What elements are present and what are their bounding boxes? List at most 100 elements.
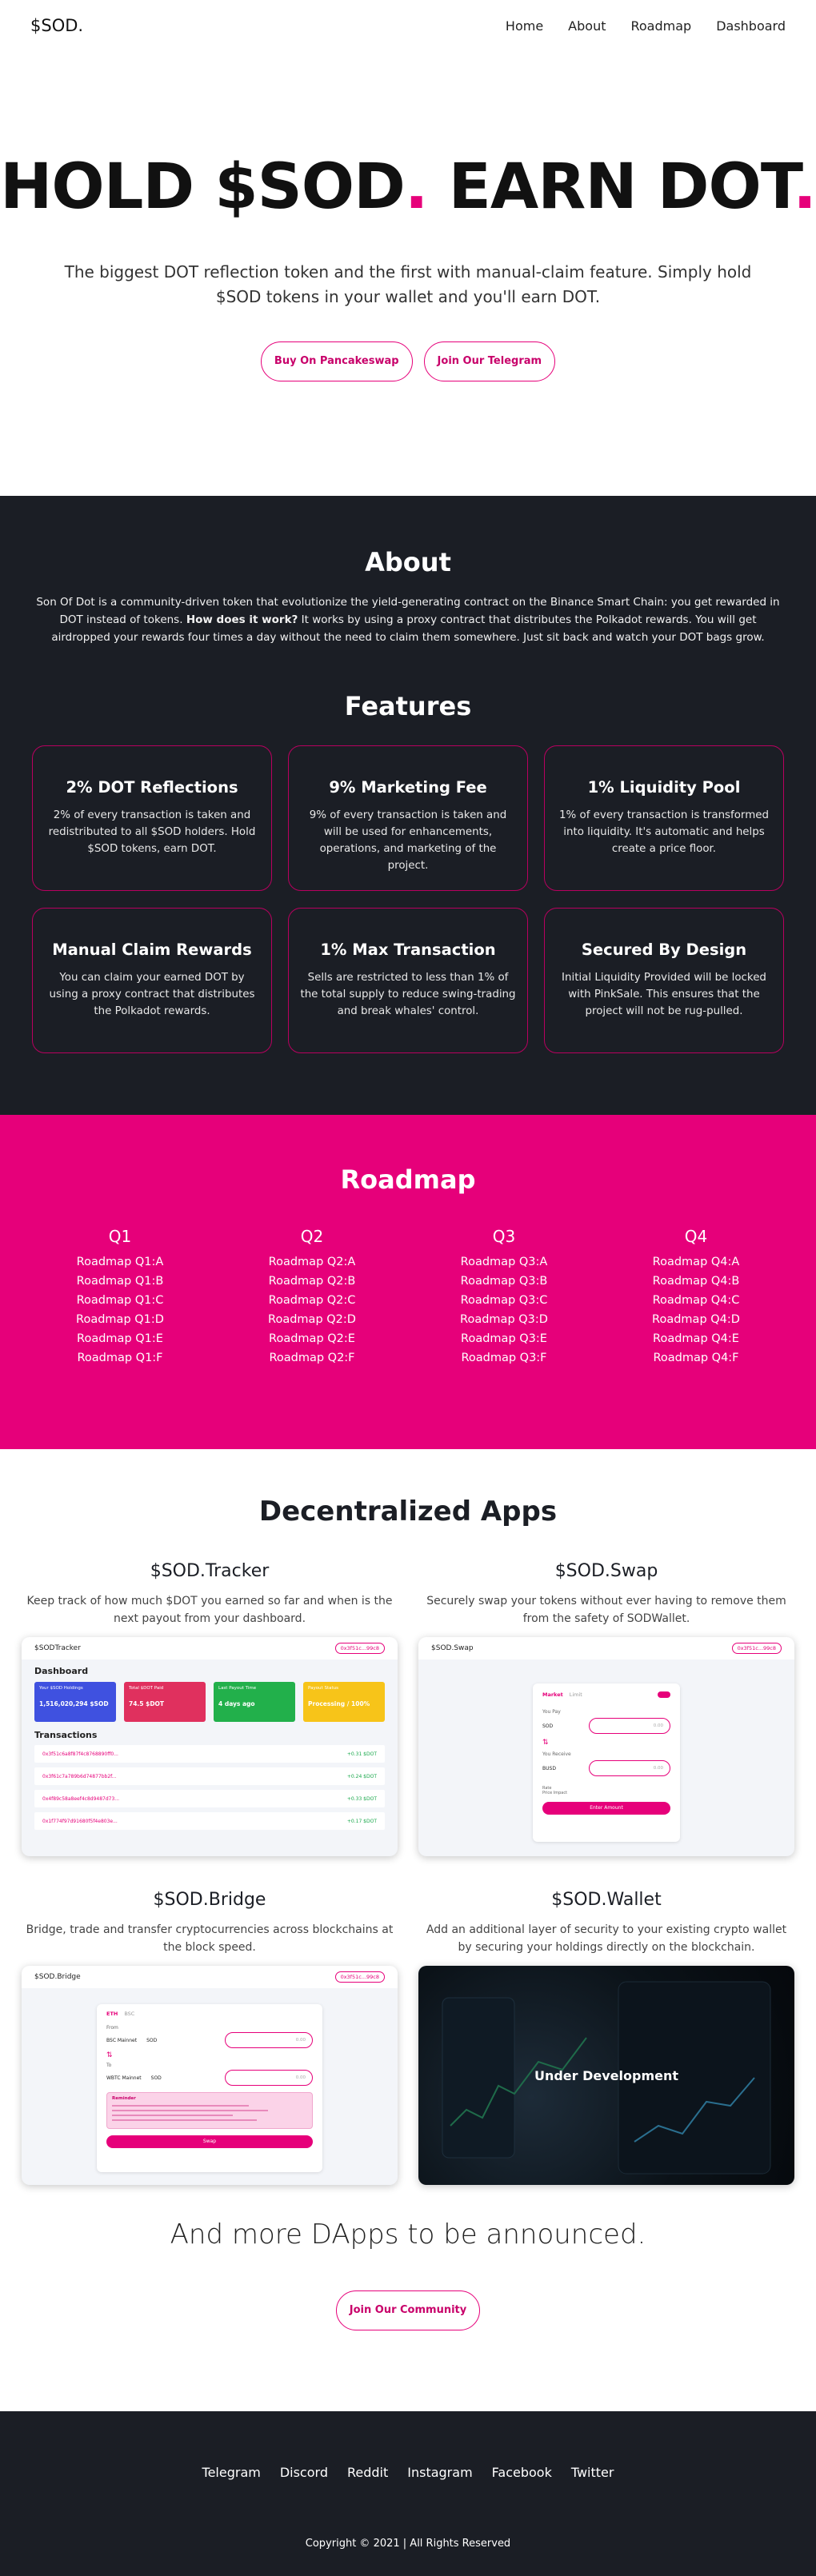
bridge-direction-icon[interactable]: ⇅ bbox=[106, 2051, 313, 2059]
roadmap-item: Roadmap Q2:D bbox=[268, 1313, 356, 1326]
transaction-amount: +0.17 $DOT bbox=[346, 1818, 377, 1824]
to-label: To bbox=[106, 2063, 112, 2068]
logo[interactable]: $SOD. bbox=[30, 16, 83, 35]
token-select-from[interactable]: SOD bbox=[146, 2038, 157, 2043]
you-receive-label: You Receive bbox=[542, 1751, 571, 1757]
footer-link-facebook[interactable]: Facebook bbox=[492, 2465, 552, 2480]
transaction-row[interactable]: 0x3f51c6a8f87f4c8768890ff0... +0.31 $DOT bbox=[34, 1745, 385, 1763]
nav-link-dashboard[interactable]: Dashboard bbox=[716, 18, 786, 34]
dapps-title: Decentralized Apps bbox=[258, 1496, 558, 1528]
transaction-hash[interactable]: 0x1f774f97d91680f5f4e803e... bbox=[42, 1819, 118, 1824]
transaction-row[interactable]: 0x1f774f97d91680f5f4e803e... +0.17 $DOT bbox=[34, 1812, 385, 1830]
transaction-amount: +0.31 $DOT bbox=[346, 1751, 377, 1757]
roadmap-section: Roadmap Q1 Roadmap Q1:A Roadmap Q1:B Roadma… bbox=[0, 1115, 816, 1449]
footer-links: Telegram Discord Reddit Instagram Facebo… bbox=[0, 2465, 816, 2480]
roadmap-item: Roadmap Q4:A bbox=[652, 1256, 740, 1268]
chain-select-from[interactable]: BSC Mainnet bbox=[106, 2038, 137, 2043]
pay-amount-input[interactable]: 0.00 bbox=[589, 1718, 670, 1734]
transaction-row[interactable]: 0x4f89c58a8eef4c8d9487d73... +0.33 $DOT bbox=[34, 1790, 385, 1807]
top-nav: $SOD. Home About Roadmap Dashboard bbox=[0, 0, 816, 51]
feature-title: 1% Liquidity Pool bbox=[587, 778, 741, 797]
transaction-hash[interactable]: 0x3f51c6a8f87f4c8768890ff0... bbox=[42, 1751, 118, 1757]
hero-subtitle: The biggest DOT reflection token and the… bbox=[64, 262, 752, 306]
roadmap-item: Roadmap Q1:B bbox=[76, 1275, 164, 1288]
footer: Telegram Discord Reddit Instagram Facebo… bbox=[0, 2411, 816, 2576]
nav-link-home[interactable]: Home bbox=[506, 18, 543, 34]
join-community-button[interactable]: Join Our Community bbox=[335, 2290, 481, 2330]
tracker-screenshot[interactable]: $SODTracker 0x3f51c...99c8 Dashboard You… bbox=[22, 1637, 398, 1856]
feature-title: 2% DOT Reflections bbox=[66, 778, 238, 797]
dashboard-heading: Dashboard bbox=[34, 1666, 89, 1676]
buy-on-pancakeswap-button[interactable]: Buy On Pancakeswap bbox=[260, 341, 413, 381]
bridge-panel: ETH BSC From BSC Mainnet SOD 0.00 ⇅ To W… bbox=[97, 2004, 322, 2172]
quarter-title: Q1 bbox=[108, 1227, 132, 1246]
dapp-description: Bridge, trade and transfer cryptocurrenc… bbox=[26, 1923, 394, 1954]
tab-bsc[interactable]: BSC bbox=[124, 2011, 134, 2017]
transaction-amount: +0.24 $DOT bbox=[346, 1773, 377, 1779]
bridge-screenshot[interactable]: $SOD.Bridge 0x3f51c...99c8 ETH BSC From … bbox=[22, 1966, 398, 2185]
app-name: $SOD.Swap bbox=[431, 1644, 474, 1652]
to-amount-input[interactable]: 0.00 bbox=[225, 2070, 313, 2086]
roadmap-item: Roadmap Q1:C bbox=[76, 1294, 164, 1307]
feature-text: You can claim your earned DOT by using a… bbox=[49, 972, 255, 1017]
from-row: BSC Mainnet SOD 0.00 bbox=[106, 2032, 313, 2048]
roadmap-item: Roadmap Q2:E bbox=[269, 1332, 355, 1345]
stat-card-label: Payout Status bbox=[308, 1686, 338, 1691]
app-bar: $SOD.Bridge 0x3f51c...99c8 bbox=[22, 1966, 398, 1988]
stat-card-value: Processing / 100% bbox=[308, 1700, 370, 1707]
feature-title: Manual Claim Rewards bbox=[52, 941, 252, 959]
from-label: From bbox=[106, 2025, 118, 2031]
wallet-screenshot[interactable]: Under Development bbox=[418, 1966, 794, 2185]
reminder-line bbox=[112, 2119, 257, 2121]
token-select-to[interactable]: SOD bbox=[151, 2075, 162, 2081]
swap-screenshot[interactable]: $SOD.Swap 0x3f51c...99c8 Market Limit Yo… bbox=[418, 1637, 794, 1856]
transaction-hash[interactable]: 0x4f89c58a8eef4c8d9487d73... bbox=[42, 1796, 119, 1802]
transaction-row[interactable]: 0x3f61c7a789b6d74877bb2f... +0.24 $DOT bbox=[34, 1767, 385, 1785]
about-text-bold: How does it work? bbox=[186, 613, 298, 626]
dapp-description: Securely swap your tokens without ever h… bbox=[426, 1595, 786, 1625]
token-select-pay[interactable]: SOD bbox=[542, 1723, 553, 1729]
roadmap-quarter: Q1 Roadmap Q1:A Roadmap Q1:B Roadmap Q1:C Ro… bbox=[24, 1227, 216, 1368]
dapp-title: $SOD.Bridge bbox=[153, 1890, 266, 1910]
reminder-line bbox=[112, 2115, 234, 2116]
quarter-title: Q2 bbox=[300, 1227, 324, 1246]
stat-card-label: Your $SOD Holdings bbox=[39, 1686, 83, 1691]
reminder-line bbox=[112, 2110, 269, 2111]
footer-link-telegram[interactable]: Telegram bbox=[202, 2465, 261, 2480]
receive-amount-input[interactable]: 0.00 bbox=[589, 1760, 670, 1776]
nav-link-roadmap[interactable]: Roadmap bbox=[630, 18, 691, 34]
tab-eth[interactable]: ETH bbox=[106, 2011, 118, 2017]
wallet-pill: 0x3f51c...99c8 bbox=[334, 1971, 385, 1983]
roadmap-item: Roadmap Q1:F bbox=[77, 1352, 163, 1364]
wallet-pill: 0x3f51c...99c8 bbox=[731, 1643, 782, 1654]
hero-title-dot-2: . bbox=[793, 151, 816, 223]
roadmap-quarter: Q2 Roadmap Q2:A Roadmap Q2:B Roadmap Q2:C Ro… bbox=[216, 1227, 408, 1368]
bridge-tabs: ETH BSC bbox=[106, 2011, 313, 2017]
roadmap-item: Roadmap Q1:D bbox=[76, 1313, 164, 1326]
toggle-switch[interactable] bbox=[658, 1691, 670, 1698]
enter-amount-button[interactable]: Enter Amount bbox=[542, 1802, 670, 1815]
tab-market[interactable]: Market bbox=[542, 1691, 563, 1698]
footer-link-twitter[interactable]: Twitter bbox=[571, 2465, 614, 2480]
app-name: $SODTracker bbox=[34, 1644, 81, 1652]
nav-links: Home About Roadmap Dashboard bbox=[506, 18, 786, 34]
roadmap-quarter: Q3 Roadmap Q3:A Roadmap Q3:B Roadmap Q3:C Ro… bbox=[408, 1227, 600, 1368]
footer-link-reddit[interactable]: Reddit bbox=[347, 2465, 388, 2480]
footer-link-discord[interactable]: Discord bbox=[280, 2465, 328, 2480]
tab-limit[interactable]: Limit bbox=[570, 1691, 582, 1698]
stat-card-value: 1,516,020,294 $SOD bbox=[39, 1700, 109, 1707]
to-row: WBTC Mainnet SOD 0.00 bbox=[106, 2070, 313, 2086]
from-amount-input[interactable]: 0.00 bbox=[225, 2032, 313, 2048]
hero-title-part-1: HOLD $SOD bbox=[0, 151, 406, 223]
transaction-hash[interactable]: 0x3f61c7a789b6d74877bb2f... bbox=[42, 1774, 117, 1779]
token-select-receive[interactable]: BUSD bbox=[542, 1766, 556, 1771]
swap-direction-icon[interactable]: ⇅ bbox=[542, 1739, 670, 1747]
chain-select-to[interactable]: WBTC Mainnet bbox=[106, 2075, 142, 2081]
footer-link-instagram[interactable]: Instagram bbox=[407, 2465, 472, 2480]
join-telegram-button[interactable]: Join Our Telegram bbox=[423, 341, 556, 381]
features-title: Features bbox=[344, 691, 472, 721]
dapp-bridge: $SOD.Bridge Bridge, trade and transfer c… bbox=[22, 1890, 398, 2219]
nav-link-about[interactable]: About bbox=[568, 18, 606, 34]
hero-buttons: Buy On Pancakeswap Join Our Telegram bbox=[0, 341, 816, 381]
bridge-swap-button[interactable]: Swap bbox=[106, 2135, 313, 2148]
